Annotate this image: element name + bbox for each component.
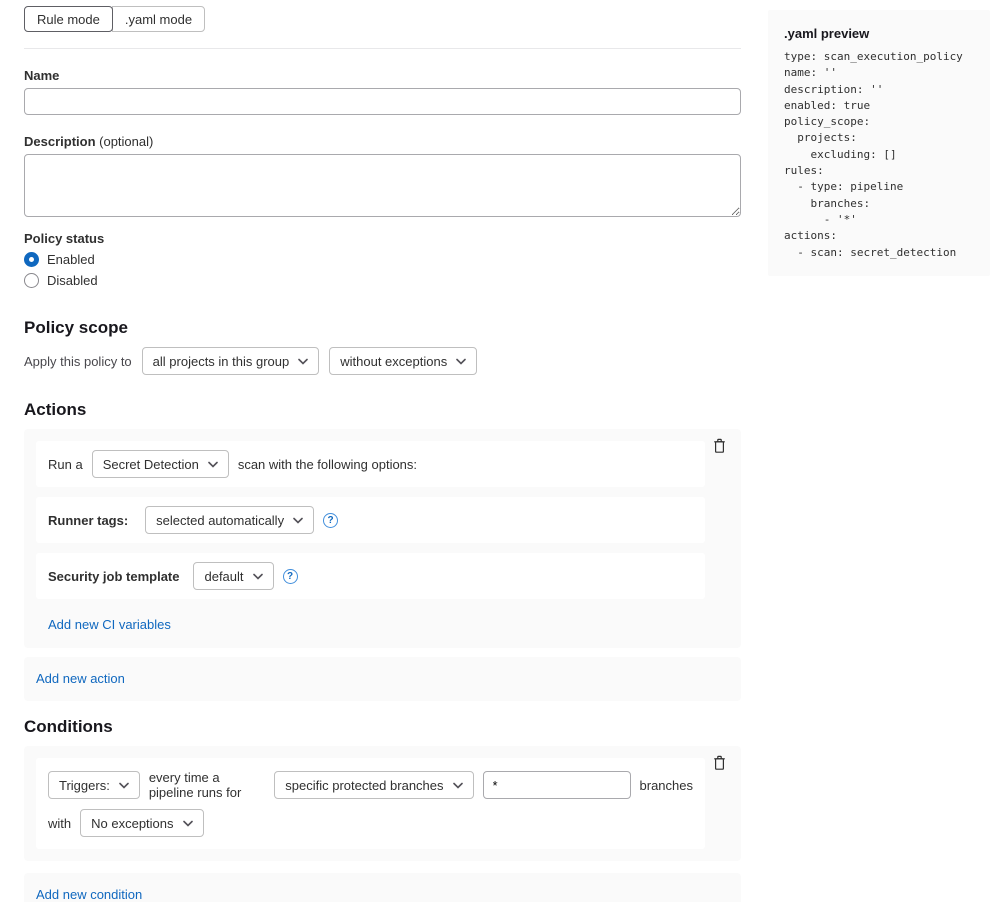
policy-editor-form: Rule mode .yaml mode Name Description (o… xyxy=(24,0,741,902)
condition-line-2: with No exceptions xyxy=(48,809,693,837)
name-label: Name xyxy=(24,68,741,83)
mode-toggle-group: Rule mode .yaml mode xyxy=(24,6,205,32)
chevron-down-icon xyxy=(208,461,218,468)
runner-tags-row: Runner tags: selected automatically ? xyxy=(36,497,705,543)
add-action-link[interactable]: Add new action xyxy=(36,671,125,686)
with-text: with xyxy=(48,816,71,831)
runner-tags-help-icon[interactable]: ? xyxy=(323,513,338,528)
policy-scope-row: Apply this policy to all projects in thi… xyxy=(24,347,741,375)
chevron-down-icon xyxy=(253,573,263,580)
chevron-down-icon xyxy=(183,820,193,827)
job-template-help-icon[interactable]: ? xyxy=(283,569,298,584)
add-condition-section: Add new condition xyxy=(24,873,741,902)
triggers-dropdown[interactable]: Triggers: xyxy=(48,771,140,799)
apply-policy-text: Apply this policy to xyxy=(24,354,132,369)
delete-condition-button[interactable] xyxy=(710,755,728,773)
condition-line-1: Triggers: every time a pipeline runs for… xyxy=(48,770,693,800)
yaml-preview-code: type: scan_execution_policy name: '' des… xyxy=(784,49,974,261)
yaml-preview-title: .yaml preview xyxy=(784,26,974,41)
chevron-down-icon xyxy=(298,358,308,365)
radio-enabled-label: Enabled xyxy=(47,252,95,267)
condition-rule-row: Triggers: every time a pipeline runs for… xyxy=(36,758,705,849)
policy-scope-heading: Policy scope xyxy=(24,318,741,338)
policy-status-label: Policy status xyxy=(24,231,741,246)
scope-exceptions-dropdown[interactable]: without exceptions xyxy=(329,347,477,375)
section-divider xyxy=(24,48,741,49)
job-template-row: Security job template default ? xyxy=(36,553,705,599)
branch-input[interactable] xyxy=(483,771,631,799)
add-condition-link[interactable]: Add new condition xyxy=(36,887,142,902)
conditions-heading: Conditions xyxy=(24,717,741,737)
triggers-dropdown-label: Triggers: xyxy=(59,778,110,793)
chevron-down-icon xyxy=(293,517,303,524)
description-optional-text: (optional) xyxy=(99,134,153,149)
pipeline-runs-text: every time a pipeline runs for xyxy=(149,770,265,800)
branch-type-dropdown[interactable]: specific protected branches xyxy=(274,771,473,799)
trash-icon xyxy=(712,438,727,454)
trash-icon xyxy=(712,755,727,771)
description-label: Description (optional) xyxy=(24,134,741,149)
condition-card: Triggers: every time a pipeline runs for… xyxy=(24,746,741,861)
projects-scope-dropdown[interactable]: all projects in this group xyxy=(142,347,320,375)
scan-action-row: Run a Secret Detection scan with the fol… xyxy=(36,441,705,487)
runner-tags-label: Runner tags: xyxy=(48,513,128,528)
action-card: Run a Secret Detection scan with the fol… xyxy=(24,429,741,648)
description-label-text: Description xyxy=(24,134,96,149)
branch-exceptions-dropdown-label: No exceptions xyxy=(91,816,173,831)
job-template-label: Security job template xyxy=(48,569,179,584)
projects-scope-dropdown-label: all projects in this group xyxy=(153,354,290,369)
scan-type-dropdown-label: Secret Detection xyxy=(103,457,199,472)
add-ci-variables-link[interactable]: Add new CI variables xyxy=(48,617,171,632)
runner-tags-dropdown-label: selected automatically xyxy=(156,513,284,528)
scan-options-text: scan with the following options: xyxy=(238,457,417,472)
runner-tags-dropdown[interactable]: selected automatically xyxy=(145,506,314,534)
run-a-text: Run a xyxy=(48,457,83,472)
radio-disabled-label: Disabled xyxy=(47,273,98,288)
name-input[interactable] xyxy=(24,88,741,115)
job-template-dropdown-label: default xyxy=(204,569,243,584)
policy-editor-page: Rule mode .yaml mode Name Description (o… xyxy=(0,0,999,902)
yaml-preview-panel: .yaml preview type: scan_execution_polic… xyxy=(768,10,990,276)
description-textarea[interactable] xyxy=(24,154,741,217)
radio-disabled[interactable] xyxy=(24,273,39,288)
branches-text: branches xyxy=(640,778,693,793)
chevron-down-icon xyxy=(456,358,466,365)
radio-enabled[interactable] xyxy=(24,252,39,267)
chevron-down-icon xyxy=(119,782,129,789)
job-template-dropdown[interactable]: default xyxy=(193,562,273,590)
add-action-section: Add new action xyxy=(24,657,741,701)
scope-exceptions-dropdown-label: without exceptions xyxy=(340,354,447,369)
delete-action-button[interactable] xyxy=(710,438,728,456)
chevron-down-icon xyxy=(453,782,463,789)
branch-type-dropdown-label: specific protected branches xyxy=(285,778,443,793)
policy-status-disabled-option[interactable]: Disabled xyxy=(24,273,741,288)
rule-mode-button[interactable]: Rule mode xyxy=(24,6,113,32)
policy-status-enabled-option[interactable]: Enabled xyxy=(24,252,741,267)
branch-exceptions-dropdown[interactable]: No exceptions xyxy=(80,809,203,837)
yaml-mode-button[interactable]: .yaml mode xyxy=(112,6,205,32)
scan-type-dropdown[interactable]: Secret Detection xyxy=(92,450,229,478)
actions-heading: Actions xyxy=(24,400,741,420)
